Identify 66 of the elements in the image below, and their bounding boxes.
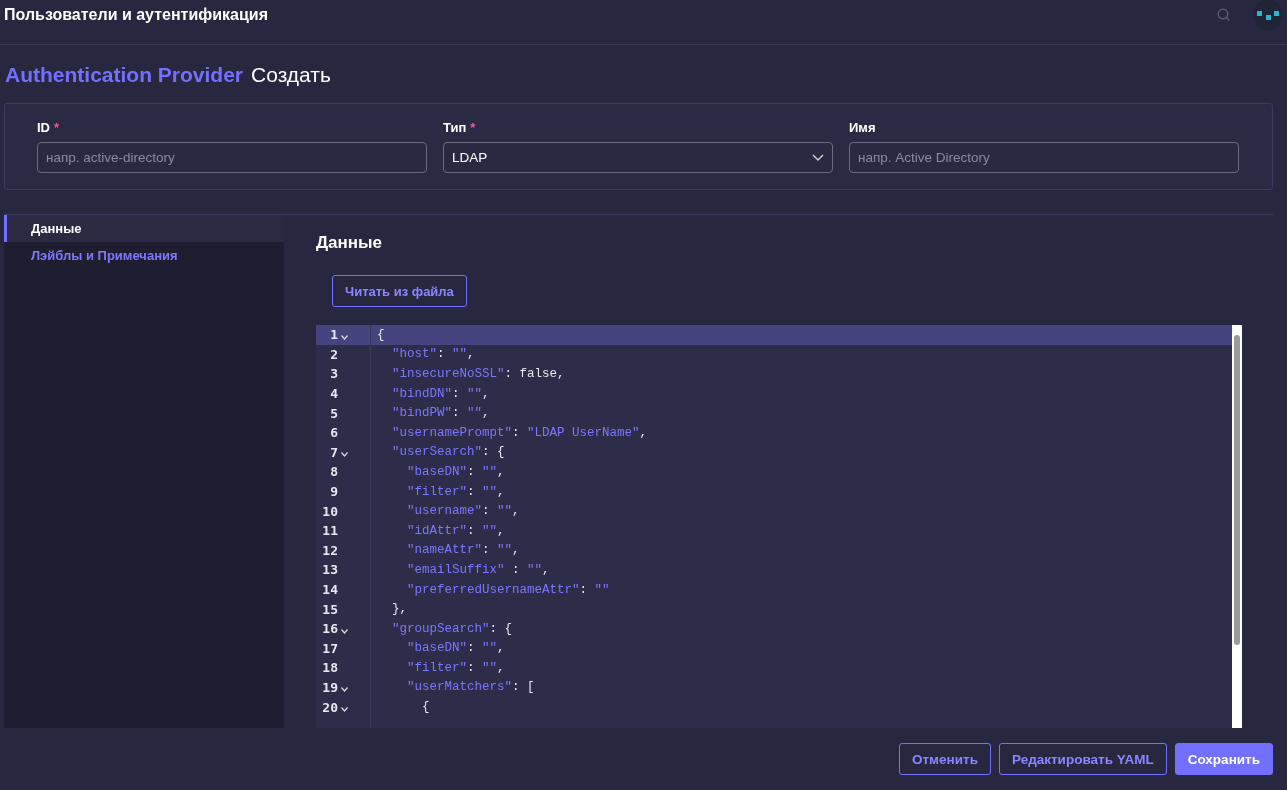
line-number: 16	[321, 621, 338, 637]
line-number: 15	[321, 601, 338, 617]
fold-chevron-icon[interactable]	[341, 334, 348, 340]
line-number: 14	[321, 582, 338, 597]
line-number: 13	[321, 562, 338, 578]
text-field[interactable]: напр. Active Directory	[849, 142, 1239, 173]
code-line: "idAttr": "",	[406, 523, 505, 538]
line-number: 20	[321, 699, 338, 715]
action-button[interactable]: Редактировать YAML	[999, 743, 1167, 775]
code-line: "nameAttr": "",	[406, 543, 520, 558]
line-number: 17	[321, 640, 338, 656]
field-label: Имя	[849, 120, 876, 135]
fold-chevron-icon[interactable]	[341, 687, 348, 693]
code-line: "host": "",	[391, 347, 475, 362]
scrollbar[interactable]	[1232, 325, 1242, 728]
code-line: "usernamePrompt": "LDAP UserName",	[391, 425, 648, 440]
fold-chevron-icon[interactable]	[341, 707, 348, 713]
code-line: "bindPW": "",	[391, 406, 490, 421]
line-number: 11	[321, 523, 338, 539]
code-line: "emailSuffix" : "",	[406, 562, 550, 577]
read-file-button[interactable]: Читать из файла	[332, 275, 467, 307]
fold-chevron-icon[interactable]	[341, 452, 348, 458]
resource-type-title: Authentication Provider	[5, 63, 244, 87]
code-line: {	[376, 327, 385, 342]
action-button[interactable]: Отменить	[899, 743, 991, 775]
save-button[interactable]: Сохранить	[1174, 743, 1273, 775]
line-number: 4	[329, 386, 338, 402]
code-line: "filter": "",	[406, 484, 505, 499]
line-number: 18	[321, 660, 338, 676]
line-number: 10	[321, 503, 338, 519]
line-number: 7	[329, 444, 338, 460]
code-line: "bindDN": "",	[391, 386, 490, 401]
code-line: {	[421, 700, 430, 715]
field-label: ID	[37, 120, 50, 135]
line-number: 2	[329, 346, 338, 362]
code-line: "baseDN": "",	[406, 641, 505, 656]
code-line: "filter": "",	[406, 660, 505, 675]
code-line: "groupSearch": {	[391, 621, 513, 636]
line-number: 1	[329, 327, 338, 343]
section-title: Данные	[316, 233, 384, 253]
code-line: "userSearch": {	[391, 445, 505, 460]
line-number: 3	[329, 366, 338, 382]
field-label: Тип	[443, 120, 467, 135]
type-select[interactable]: LDAP	[443, 142, 833, 173]
required-mark: *	[470, 120, 476, 135]
text-field[interactable]: напр. active-directory	[37, 142, 427, 173]
line-number: 9	[329, 484, 338, 500]
line-number: 12	[321, 542, 338, 558]
line-number: 19	[321, 680, 338, 695]
code-line: "userMatchers": [	[406, 680, 535, 695]
sidebar-item[interactable]: Данные	[4, 215, 284, 242]
page-action-title: Создать	[251, 63, 331, 87]
line-number: 6	[329, 425, 338, 441]
user-avatar[interactable]	[1253, 0, 1283, 30]
app-title: Пользователи и аутентификация	[4, 6, 268, 24]
code-line: "insecureNoSSL": false,	[391, 367, 565, 381]
line-number: 5	[329, 405, 338, 421]
code-line: "baseDN": "",	[406, 464, 505, 479]
line-number: 8	[329, 464, 338, 480]
fold-chevron-icon[interactable]	[341, 628, 348, 634]
chevron-down-icon	[812, 153, 824, 162]
sidebar-item[interactable]: Лэйблы и Примечания	[4, 242, 284, 269]
code-line: "username": "",	[406, 504, 520, 519]
code-line: "preferredUsernameAttr": ""	[406, 582, 610, 597]
required-mark: *	[54, 120, 60, 135]
code-line: },	[391, 602, 407, 617]
